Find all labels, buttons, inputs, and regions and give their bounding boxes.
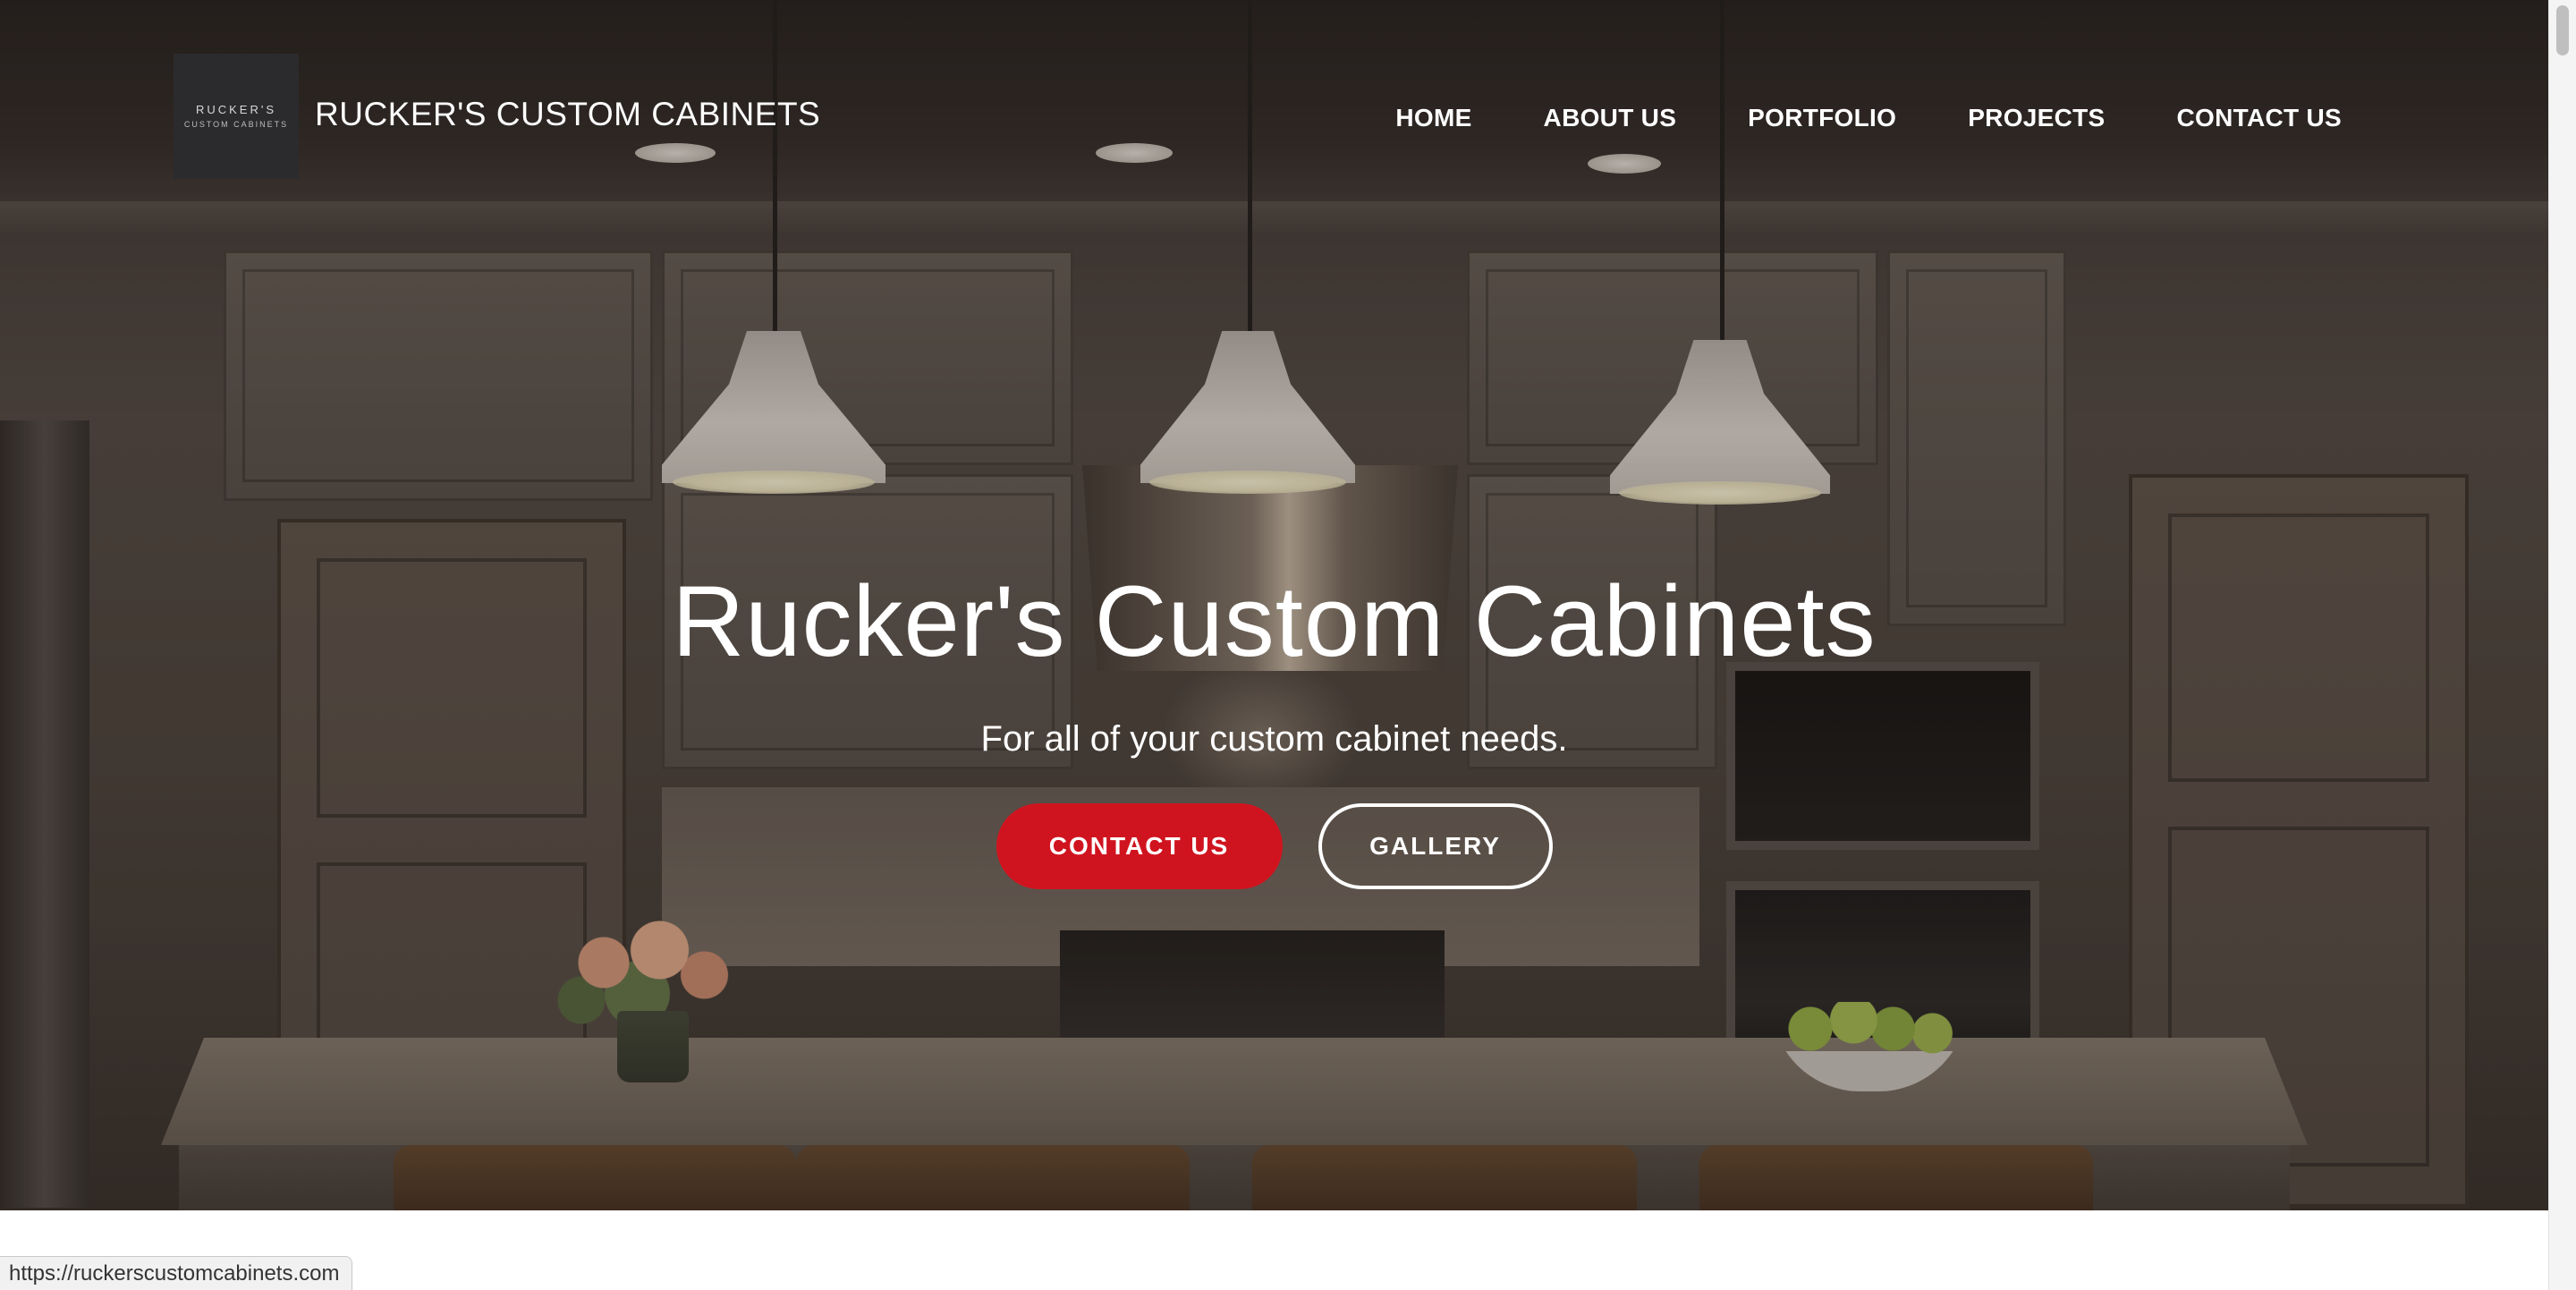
scrollbar-thumb[interactable] (2556, 5, 2569, 55)
hero-title: Rucker's Custom Cabinets (672, 565, 1877, 677)
hero-subtitle: For all of your custom cabinet needs. (980, 719, 1568, 759)
logo-text-line1: RUCKER'S (195, 103, 277, 116)
nav-portfolio[interactable]: PORTFOLIO (1748, 100, 1896, 136)
site-logo[interactable]: RUCKER'S CUSTOM CABINETS (174, 54, 299, 179)
contact-us-button[interactable]: CONTACT US (996, 803, 1283, 889)
nav-about-us[interactable]: ABOUT US (1544, 100, 1677, 136)
nav-home[interactable]: HOME (1395, 100, 1471, 136)
nav-contact-us[interactable]: CONTACT US (2177, 100, 2342, 136)
vertical-scrollbar[interactable] (2548, 0, 2576, 1290)
main-nav: HOME ABOUT US PORTFOLIO PROJECTS CONTACT… (1324, 100, 2342, 136)
site-title-link[interactable]: RUCKER'S CUSTOM CABINETS (315, 93, 820, 136)
link-status-url: https://ruckerscustomcabinets.com (0, 1256, 353, 1290)
logo-text-line2: CUSTOM CABINETS (183, 120, 289, 129)
hero-button-row: CONTACT US GALLERY (0, 803, 2548, 889)
gallery-button[interactable]: GALLERY (1318, 803, 1553, 889)
nav-projects[interactable]: PROJECTS (1968, 100, 2105, 136)
page: RUCKER'S CUSTOM CABINETS RUCKER'S CUSTOM… (0, 0, 2576, 1290)
